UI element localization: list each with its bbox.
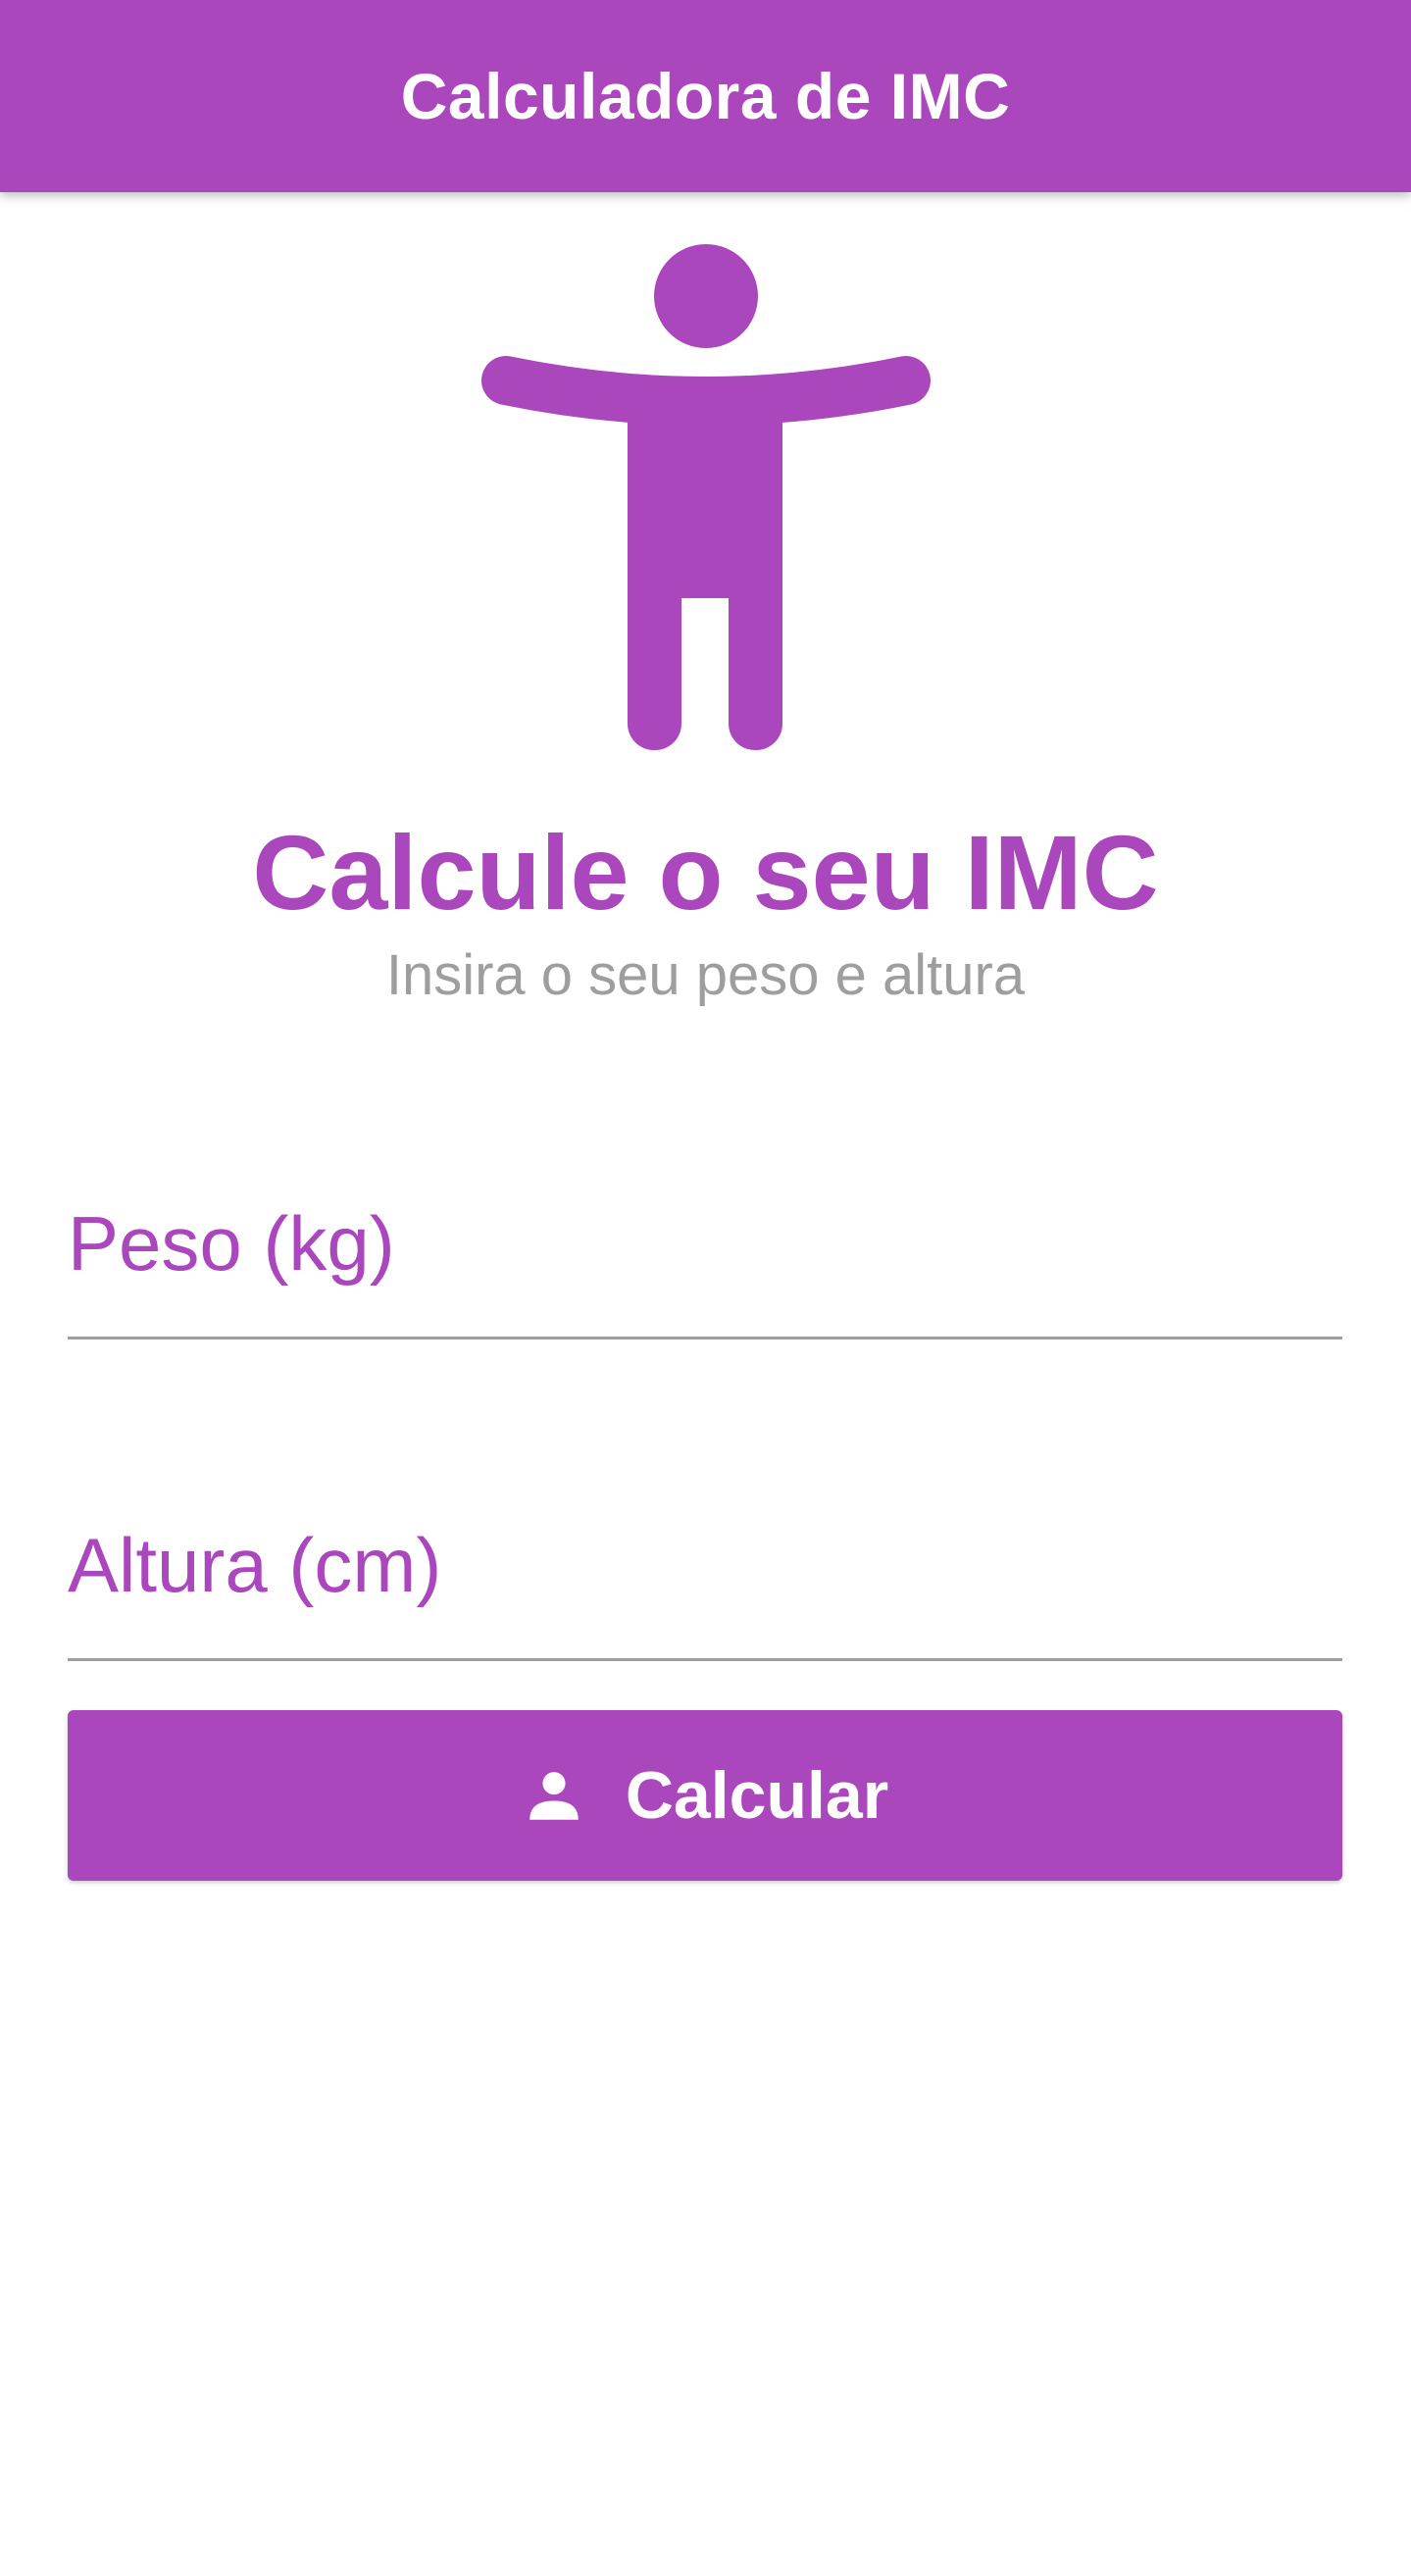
page-headline: Calcule o seu IMC	[252, 813, 1159, 932]
height-input[interactable]	[68, 1511, 1342, 1619]
weight-input[interactable]	[68, 1189, 1342, 1297]
app-bar-title: Calculadora de IMC	[400, 60, 1011, 132]
calculate-button-label: Calcular	[625, 1758, 889, 1833]
accessibility-person-icon	[471, 235, 941, 765]
page-subtitle: Insira o seu peso e altura	[385, 943, 1026, 1007]
height-field	[68, 1462, 1342, 1661]
calculate-button[interactable]: Calcular	[68, 1710, 1342, 1881]
app-bar: Calculadora de IMC	[0, 0, 1411, 192]
person-icon	[522, 1763, 586, 1828]
weight-field	[68, 1140, 1342, 1339]
